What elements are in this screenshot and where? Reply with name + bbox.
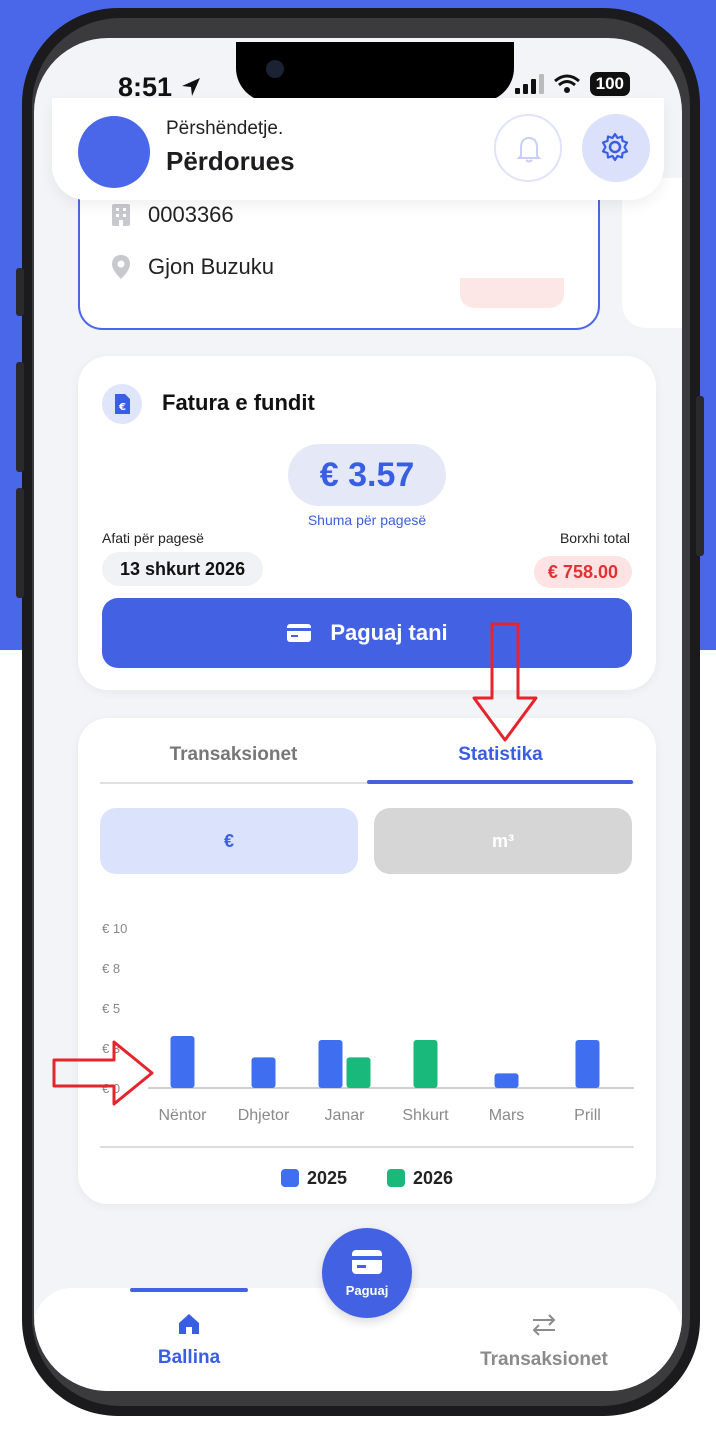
due-date-value: 13 shkurt 2026 [102, 552, 264, 586]
gear-icon [601, 132, 629, 162]
phone-side-button [16, 268, 24, 316]
chart-divider [100, 1146, 634, 1148]
account-address-row: Gjon Buzuku [110, 254, 274, 280]
bar-2025-janar[interactable] [318, 1040, 343, 1088]
annotation-right-arrow [52, 1040, 154, 1106]
invoice-icon-wrap: € [102, 384, 142, 424]
pay-fab-label: Paguaj [345, 1283, 389, 1298]
card-icon [352, 1250, 382, 1274]
nav-item-home[interactable]: Ballina [130, 1312, 248, 1369]
y-tick-label: € 5 [102, 1001, 120, 1016]
pay-now-button[interactable]: Paguaj tani [102, 598, 632, 668]
building-icon [112, 204, 130, 226]
account-code: 0003366 [148, 202, 234, 227]
bell-icon [516, 136, 542, 163]
location-pin-icon [112, 255, 130, 279]
x-tick-label: Prill [574, 1107, 601, 1124]
total-debt-value: € 758.00 [533, 556, 632, 588]
account-code-row: 0003366 [110, 202, 234, 228]
pay-now-label: Paguaj tani [330, 620, 448, 645]
location-arrow-icon [181, 78, 200, 96]
phone-power-button [696, 396, 704, 556]
unit-euro-button[interactable]: € [100, 808, 358, 874]
active-tab-indicator [367, 780, 633, 784]
notifications-button[interactable] [494, 114, 562, 182]
nav-active-indicator [130, 1288, 248, 1292]
home-icon [179, 1314, 199, 1334]
consumption-bar-chart: € 10€ 8€ 5€ 3€ 0Nëntor Dhjetor Janar Shkurt… [102, 921, 634, 1124]
transfer-arrows-icon [532, 1314, 556, 1336]
nav-home-label: Ballina [157, 1347, 221, 1368]
tab-transactions[interactable]: Transaksionet [100, 744, 367, 780]
account-address: Gjon Buzuku [148, 254, 274, 279]
svg-text:€: € [118, 402, 126, 413]
pay-fab-button[interactable]: Paguaj [322, 1228, 412, 1318]
card-icon [287, 624, 312, 642]
total-debt-label: Borxhi total [559, 530, 630, 546]
status-icons: 100 [514, 72, 630, 96]
stats-tabs: Transaksionet Statistika [100, 744, 634, 780]
x-tick-label: Janar [324, 1107, 365, 1124]
bar-2025-nëntor[interactable] [170, 1036, 195, 1088]
bar-2026-janar[interactable] [346, 1057, 371, 1088]
y-tick-label: € 10 [102, 921, 127, 936]
bar-2026-shkurt[interactable] [413, 1040, 438, 1088]
bar-2025-prill[interactable] [575, 1040, 600, 1088]
unit-cubic-meter-button[interactable]: m³ [374, 808, 632, 874]
avatar[interactable] [78, 116, 150, 188]
invoice-amount-label: Shuma për pagesë [307, 512, 427, 528]
app-header: Përshëndetje. Përdorues [52, 98, 664, 200]
settings-button[interactable] [582, 114, 650, 182]
account-status-pill [460, 278, 564, 308]
battery-icon: 100 [589, 72, 630, 96]
greeting: Përshëndetje. [166, 118, 284, 139]
chart-legend: 2025 2026 [78, 1168, 656, 1189]
x-tick-label: Dhjetor [238, 1107, 290, 1124]
bar-2025-dhjetor[interactable] [251, 1057, 276, 1088]
account-card[interactable]: 0003366 Gjon Buzuku [78, 178, 600, 330]
tab-statistics[interactable]: Statistika [367, 744, 634, 780]
invoice-euro-icon: € [115, 394, 130, 414]
next-account-card[interactable] [622, 178, 682, 328]
latest-invoice-card: € Fatura e fundit € 3.57 Shuma për pages… [78, 356, 656, 690]
signal-icon [514, 74, 544, 94]
invoice-amount: € 3.57 [288, 444, 446, 506]
legend-item-2025: 2025 [280, 1168, 347, 1189]
x-tick-label: Nëntor [158, 1107, 207, 1124]
invoice-title: Fatura e fundit [162, 390, 315, 415]
phone-volume-down [16, 488, 24, 598]
app-screen: 8:51 100 0003366 Gjon Buzuku Përshëndetj… [34, 38, 682, 1391]
annotation-down-arrow [472, 622, 538, 742]
nav-transactions-label: Transaksionet [480, 1349, 608, 1370]
x-tick-label: Shkurt [402, 1107, 449, 1124]
bar-2025-mars[interactable] [494, 1073, 519, 1088]
wifi-icon [553, 74, 580, 93]
nav-item-transactions[interactable]: Transaksionet [464, 1312, 624, 1371]
x-tick-label: Mars [489, 1107, 525, 1124]
statistics-card: Transaksionet Statistika € m³ € 10 € 8 € 5… [78, 718, 656, 1204]
user-name: Përdorues [166, 146, 295, 176]
dynamic-island [236, 42, 514, 102]
legend-item-2026: 2026 [387, 1168, 453, 1189]
due-date-label: Afati për pagesë [102, 530, 204, 546]
y-tick-label: € 8 [102, 961, 120, 976]
phone-volume-up [16, 362, 24, 472]
